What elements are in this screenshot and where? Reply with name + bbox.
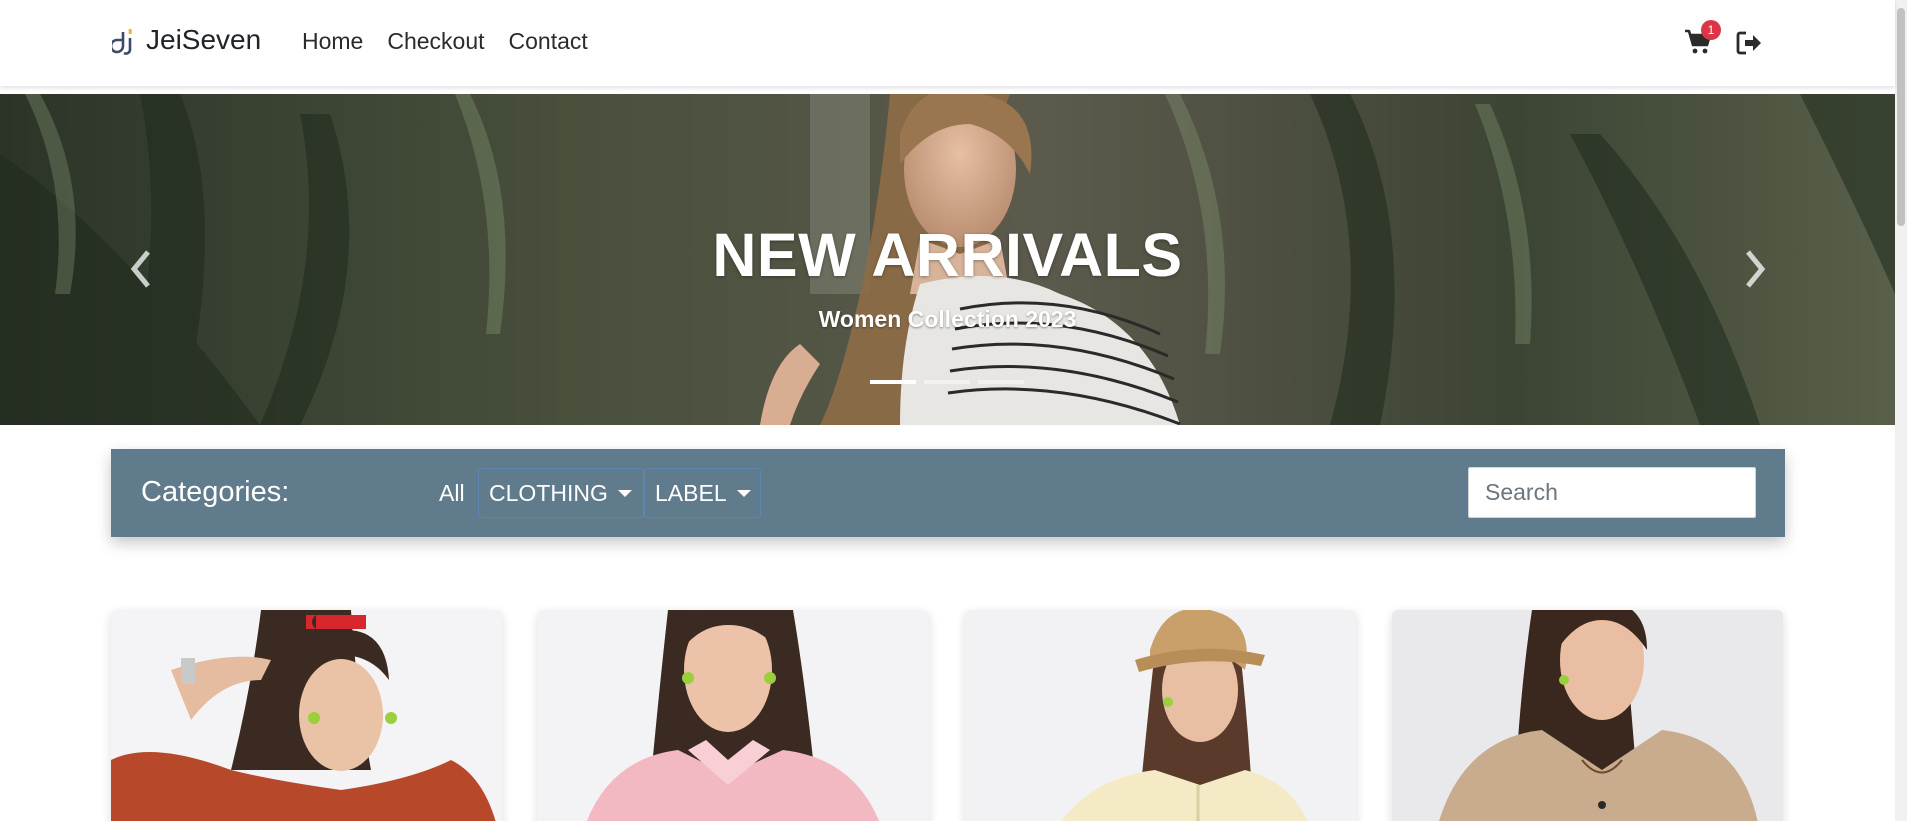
categories-label: Categories: bbox=[141, 476, 290, 508]
clothing-dropdown[interactable]: CLOTHING bbox=[478, 468, 644, 518]
category-all-link[interactable]: All bbox=[439, 480, 465, 507]
logout-button[interactable] bbox=[1736, 30, 1762, 56]
carousel-prev-button[interactable] bbox=[122, 244, 158, 294]
nav-link-contact[interactable]: Contact bbox=[497, 28, 600, 55]
carousel-next-button[interactable] bbox=[1738, 244, 1774, 294]
nav-icons: 1 bbox=[1684, 20, 1762, 58]
carousel-indicators bbox=[870, 380, 1024, 384]
product-grid bbox=[111, 610, 1783, 821]
hero-subtitle: Women Collection 2023 bbox=[818, 306, 1077, 332]
label-dropdown[interactable]: LABEL bbox=[644, 468, 761, 518]
hero-carousel: NEW ARRIVALS Women Collection 2023 bbox=[0, 94, 1895, 425]
navbar: JeiSeven Home Checkout Contact 1 bbox=[0, 0, 1895, 86]
product-card[interactable] bbox=[111, 610, 502, 821]
logout-icon bbox=[1736, 31, 1761, 55]
product-card[interactable] bbox=[965, 610, 1356, 821]
caret-down-icon bbox=[736, 489, 751, 497]
clothing-dropdown-label: CLOTHING bbox=[489, 479, 608, 506]
scrollbar-thumb[interactable] bbox=[1897, 8, 1905, 226]
chevron-right-icon bbox=[1746, 250, 1766, 288]
page: JeiSeven Home Checkout Contact 1 NEW ARR… bbox=[0, 0, 1907, 821]
cart-count-badge: 1 bbox=[1701, 20, 1721, 40]
category-bar: Categories: All CLOTHING LABEL bbox=[111, 449, 1785, 537]
product-image bbox=[538, 610, 929, 821]
carousel-indicator-1[interactable] bbox=[870, 380, 916, 384]
hero-title: NEW ARRIVALS bbox=[712, 221, 1183, 289]
nav-links: Home Checkout Contact bbox=[290, 28, 600, 55]
nav-link-checkout[interactable]: Checkout bbox=[375, 28, 496, 55]
carousel-indicator-2[interactable] bbox=[924, 380, 970, 384]
brand-name: JeiSeven bbox=[146, 24, 262, 55]
cart-button[interactable]: 1 bbox=[1684, 20, 1721, 58]
nav-link-home[interactable]: Home bbox=[290, 28, 375, 55]
brand-logo-icon bbox=[112, 29, 132, 55]
product-card[interactable] bbox=[538, 610, 929, 821]
product-card[interactable] bbox=[1392, 610, 1783, 821]
page-scrollbar[interactable] bbox=[1895, 0, 1907, 821]
caret-down-icon bbox=[617, 489, 632, 497]
carousel-indicator-3[interactable] bbox=[978, 380, 1024, 384]
product-image bbox=[1392, 610, 1783, 821]
label-dropdown-label: LABEL bbox=[655, 479, 727, 506]
search-input[interactable] bbox=[1468, 467, 1756, 518]
product-image bbox=[965, 610, 1356, 821]
chevron-left-icon bbox=[130, 250, 150, 288]
brand-link[interactable]: JeiSeven bbox=[112, 24, 261, 56]
product-image bbox=[111, 610, 502, 821]
